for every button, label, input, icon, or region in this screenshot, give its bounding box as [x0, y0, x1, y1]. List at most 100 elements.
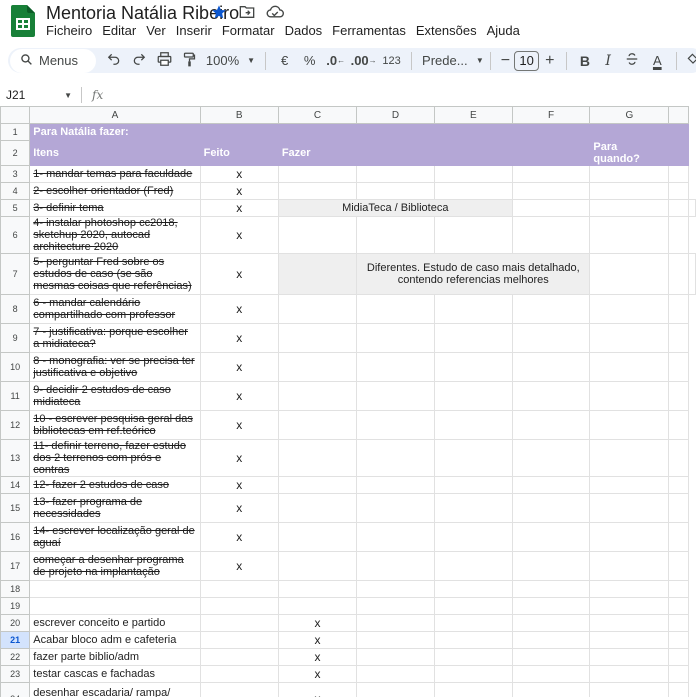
cell[interactable] [356, 597, 435, 615]
cell-done-mark[interactable]: x [199, 410, 279, 440]
cell-done-mark[interactable] [199, 631, 279, 649]
cell[interactable] [511, 580, 591, 598]
cell-item[interactable]: escrever conceito e partido [29, 614, 201, 632]
cell-deadline[interactable] [589, 648, 670, 666]
row-header[interactable]: 19 [0, 597, 31, 615]
cell[interactable] [668, 580, 689, 598]
column-header[interactable]: D [356, 106, 435, 124]
cell[interactable] [668, 352, 689, 382]
cell[interactable] [433, 182, 513, 200]
cell-done-mark[interactable]: x [199, 294, 279, 324]
cell-todo-mark[interactable] [277, 439, 358, 477]
cell[interactable] [511, 123, 591, 141]
cell-todo-mark[interactable] [277, 597, 358, 615]
bold-button[interactable]: B [573, 49, 596, 73]
column-header[interactable]: F [511, 106, 591, 124]
cell[interactable] [433, 165, 513, 183]
column-header[interactable]: A [29, 106, 201, 124]
row-header[interactable]: 11 [0, 381, 31, 411]
cell[interactable] [356, 665, 435, 683]
cell[interactable] [668, 216, 689, 254]
cell[interactable] [433, 493, 513, 523]
cell-deadline[interactable] [589, 476, 670, 494]
cell[interactable] [688, 253, 696, 295]
row-header[interactable]: 20 [0, 614, 31, 632]
menu-help[interactable]: Ajuda [482, 21, 525, 40]
row-header[interactable]: 10 [0, 352, 31, 382]
font-size-input[interactable]: 10 [514, 50, 540, 71]
cell-todo-mark[interactable] [277, 323, 358, 353]
row-header[interactable]: 14 [0, 476, 31, 494]
star-icon[interactable] [210, 3, 228, 21]
cell[interactable] [511, 665, 591, 683]
cell[interactable] [433, 476, 513, 494]
cell-done-mark[interactable]: x [199, 522, 279, 552]
cell-deadline[interactable] [589, 493, 670, 523]
cell[interactable] [356, 522, 435, 552]
cell[interactable] [356, 165, 435, 183]
menu-extensions[interactable]: Extensões [411, 21, 482, 40]
spreadsheet-grid[interactable]: A B C D E F G 1 Para Natália fazer: 2 Itens… [0, 106, 696, 697]
cell-done-mark[interactable]: x [199, 253, 279, 295]
row-header[interactable]: 9 [0, 323, 31, 353]
cell-item[interactable]: 1- mandar temas para faculdade [29, 165, 201, 183]
cell-done-mark[interactable]: x [199, 199, 279, 217]
cell-done-mark[interactable] [199, 123, 279, 141]
cell-item[interactable]: Acabar bloco adm e cafeteria [29, 631, 201, 649]
cell-item[interactable]: 3- definir tema [29, 199, 201, 217]
cell-item[interactable]: 12- fazer 2 estudos de caso [29, 476, 201, 494]
cell-deadline[interactable] [589, 182, 670, 200]
cell-deadline[interactable] [589, 551, 670, 581]
cell[interactable] [356, 123, 435, 141]
cell-item[interactable]: 13- fazer programa de necessidades [29, 493, 201, 523]
font-family-select[interactable]: Prede... ▼ [418, 49, 484, 73]
cell[interactable] [511, 522, 591, 552]
cell-item[interactable]: 7 - justificativa: porque escolher a mid… [29, 323, 201, 353]
cell-deadline[interactable] [589, 165, 670, 183]
cell-deadline[interactable] [589, 614, 670, 632]
cell-item[interactable]: 14- escrever localização geral de aguaí [29, 522, 201, 552]
cell-done-mark[interactable]: x [199, 551, 279, 581]
cell[interactable] [356, 216, 435, 254]
cell[interactable] [511, 551, 591, 581]
cell-todo-mark[interactable] [277, 381, 358, 411]
cell-item[interactable] [29, 580, 201, 598]
cell-done-mark[interactable]: x [199, 165, 279, 183]
cell[interactable] [433, 522, 513, 552]
cell-deadline[interactable] [589, 580, 670, 598]
menu-file[interactable]: Ficheiro [41, 21, 97, 40]
cell-done-mark[interactable] [199, 648, 279, 666]
cell[interactable] [668, 165, 689, 183]
cell[interactable] [433, 648, 513, 666]
cell[interactable] [511, 323, 591, 353]
cell[interactable] [356, 631, 435, 649]
column-header[interactable]: G [589, 106, 670, 124]
cell[interactable] [433, 352, 513, 382]
row-header[interactable]: 15 [0, 493, 31, 523]
cell-item[interactable]: 2- escolher orientador (Fred) [29, 182, 201, 200]
cell[interactable] [668, 323, 689, 353]
cell-deadline[interactable] [589, 665, 670, 683]
cell[interactable] [511, 165, 591, 183]
cell[interactable] [668, 140, 689, 166]
cell-done-mark[interactable] [199, 580, 279, 598]
cell-deadline[interactable] [589, 597, 670, 615]
cell-item[interactable] [29, 597, 201, 615]
row-header[interactable]: 3 [0, 165, 31, 183]
cell-deadline[interactable] [589, 323, 670, 353]
cell[interactable] [356, 476, 435, 494]
cell[interactable] [668, 253, 689, 295]
cell-deadline[interactable] [589, 294, 670, 324]
cell-done-mark[interactable]: x [199, 493, 279, 523]
cell-deadline[interactable] [668, 199, 689, 217]
cell[interactable] [511, 682, 591, 697]
cell[interactable] [511, 631, 591, 649]
cell-todo-mark[interactable]: x [277, 631, 358, 649]
cell[interactable] [511, 439, 591, 477]
paint-format-button[interactable] [177, 49, 202, 73]
cell-deadline[interactable] [589, 381, 670, 411]
cell[interactable] [433, 439, 513, 477]
row-header[interactable]: 7 [0, 253, 31, 295]
cell-item[interactable]: começar a desenhar programa de projeto n… [29, 551, 201, 581]
cell[interactable] [668, 123, 689, 141]
